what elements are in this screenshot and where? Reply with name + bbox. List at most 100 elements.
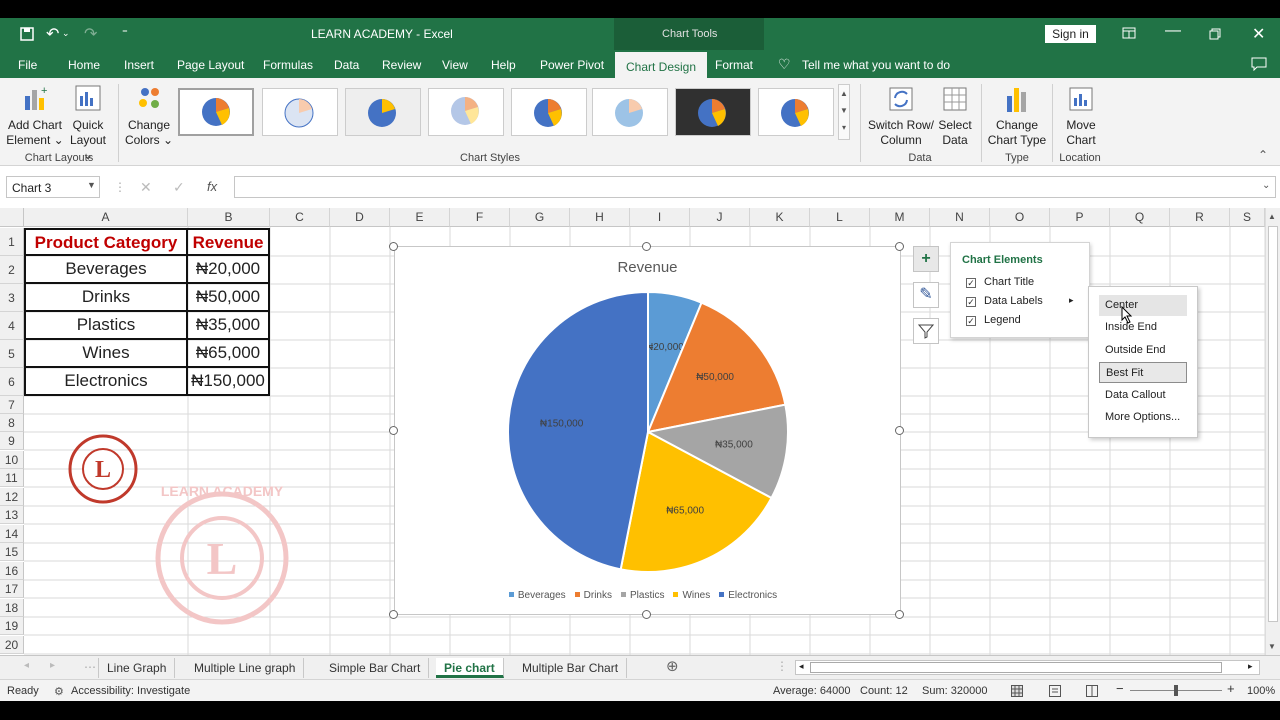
chart-style-5[interactable] xyxy=(511,88,587,136)
change-chart-type-button[interactable]: Change Chart Type xyxy=(986,84,1048,148)
restore-icon[interactable] xyxy=(1209,28,1221,40)
sheet-tab-pie-chart[interactable]: Pie chart xyxy=(436,658,504,678)
h-scroll-thumb[interactable] xyxy=(810,662,1222,673)
accessibility-icon[interactable]: ⚙ xyxy=(54,685,64,698)
table-cell-revenue[interactable]: ₦20,000 xyxy=(188,256,270,284)
column-header[interactable]: K xyxy=(750,208,810,227)
redo-icon[interactable]: ↷ xyxy=(84,24,97,44)
scroll-down-icon[interactable]: ▼ xyxy=(1268,642,1276,651)
column-header[interactable]: P xyxy=(1050,208,1110,227)
chart-title-option[interactable]: ✓ Chart Title xyxy=(966,276,1034,288)
row-header[interactable]: 12 xyxy=(0,488,24,506)
name-box-dropdown-icon[interactable]: ▼ xyxy=(87,180,96,190)
page-layout-view-icon[interactable] xyxy=(1049,685,1061,697)
table-cell-revenue[interactable]: ₦50,000 xyxy=(188,284,270,312)
menu-item-more-options[interactable]: More Options... xyxy=(1099,407,1187,428)
zoom-in-icon[interactable]: + xyxy=(1227,681,1235,696)
pie-plot-area[interactable]: ₦20,000 ₦50,000 ₦35,000 ₦65,000 ₦150,000 xyxy=(395,247,900,614)
sheet-tab-line-graph[interactable]: Line Graph xyxy=(98,658,176,678)
checkbox-checked-icon[interactable]: ✓ xyxy=(966,278,976,288)
data-label[interactable]: ₦50,000 xyxy=(696,372,734,383)
header-revenue[interactable]: Revenue xyxy=(188,228,270,256)
tab-home[interactable]: Home xyxy=(68,58,100,72)
zoom-level[interactable]: 100% xyxy=(1247,685,1275,697)
column-header[interactable]: A xyxy=(24,208,188,227)
row-header[interactable]: 4 xyxy=(0,312,24,340)
resize-handle[interactable] xyxy=(642,610,651,619)
switch-row-column-button[interactable]: Switch Row/ Column xyxy=(866,84,936,148)
sheet-tab-multiple-bar-chart[interactable]: Multiple Bar Chart xyxy=(514,658,628,678)
close-icon[interactable]: ✕ xyxy=(1252,24,1265,44)
menu-item-best-fit[interactable]: Best Fit xyxy=(1099,362,1187,383)
row-header[interactable]: 10 xyxy=(0,451,24,469)
chart-styles-scroll[interactable]: ▲ ▼ ▾ xyxy=(838,84,850,140)
zoom-slider-thumb[interactable] xyxy=(1174,685,1178,696)
chart-filters-funnel-icon[interactable] xyxy=(913,318,939,344)
select-data-button[interactable]: Select Data xyxy=(936,84,974,148)
data-label[interactable]: ₦35,000 xyxy=(715,440,753,451)
resize-handle[interactable] xyxy=(389,242,398,251)
tabs-splitter-icon[interactable]: ⋮ xyxy=(776,659,788,673)
table-cell-revenue[interactable]: ₦150,000 xyxy=(188,368,270,396)
scroll-right-icon[interactable]: ▸ xyxy=(1248,661,1253,672)
zoom-out-icon[interactable]: − xyxy=(1116,681,1124,696)
tab-format[interactable]: Format xyxy=(715,58,753,72)
column-header[interactable]: D xyxy=(330,208,390,227)
column-header[interactable]: E xyxy=(390,208,450,227)
chart-legend[interactable]: Beverages Drinks Plastics Wines Electronics xyxy=(395,590,900,601)
comments-icon[interactable] xyxy=(1251,57,1267,71)
row-header[interactable]: 1 xyxy=(0,228,24,256)
row-header[interactable]: 15 xyxy=(0,543,24,561)
formula-input[interactable] xyxy=(234,176,1276,198)
expand-formula-bar-icon[interactable]: ⌄ xyxy=(1262,180,1270,191)
pie-chart-object[interactable]: Revenue ₦20,000 ₦50,000 ₦35,000 ₦65,000 ₦150… xyxy=(394,246,901,615)
data-label[interactable]: ₦65,000 xyxy=(666,505,704,516)
undo-dropdown-icon[interactable]: ⌄ xyxy=(62,28,70,39)
tell-me-search[interactable]: Tell me what you want to do xyxy=(802,58,950,72)
column-header[interactable]: F xyxy=(450,208,510,227)
checkbox-checked-icon[interactable]: ✓ xyxy=(966,316,976,326)
header-product-category[interactable]: Product Category xyxy=(24,228,188,256)
chart-style-4[interactable] xyxy=(428,88,504,136)
resize-handle[interactable] xyxy=(389,426,398,435)
save-icon[interactable] xyxy=(20,27,34,41)
sheet-tab-multiple-line-graph[interactable]: Multiple Line graph xyxy=(186,658,305,678)
column-header[interactable]: O xyxy=(990,208,1050,227)
chart-styles-brush-icon[interactable]: ✎ xyxy=(913,282,939,308)
vertical-scrollbar[interactable]: ▲ ▼ xyxy=(1265,208,1280,655)
chart-style-7[interactable] xyxy=(675,88,751,136)
chart-style-8[interactable] xyxy=(758,88,834,136)
column-header[interactable]: M xyxy=(870,208,930,227)
data-label[interactable]: ₦150,000 xyxy=(540,418,584,429)
chart-style-2[interactable] xyxy=(262,88,338,136)
row-header[interactable]: 11 xyxy=(0,469,24,487)
row-header[interactable]: 8 xyxy=(0,414,24,432)
chart-style-3[interactable] xyxy=(345,88,421,136)
horizontal-scrollbar[interactable]: ◂ ▸ xyxy=(795,660,1260,675)
add-chart-element-button[interactable]: + Add Chart Element ⌄ xyxy=(6,84,64,148)
column-header[interactable]: S xyxy=(1230,208,1265,227)
legend-entry[interactable]: Wines xyxy=(673,590,710,601)
menu-item-inside-end[interactable]: Inside End xyxy=(1099,317,1187,338)
column-header[interactable]: C xyxy=(270,208,330,227)
chart-style-1[interactable] xyxy=(178,88,254,136)
row-header[interactable]: 20 xyxy=(0,636,24,654)
legend-entry[interactable]: Drinks xyxy=(574,590,612,601)
scroll-left-icon[interactable]: ◂ xyxy=(799,661,804,672)
ribbon-display-icon[interactable] xyxy=(1122,27,1136,39)
row-header[interactable]: 3 xyxy=(0,284,24,312)
row-header[interactable]: 6 xyxy=(0,368,24,396)
menu-item-data-callout[interactable]: Data Callout xyxy=(1099,385,1187,406)
resize-handle[interactable] xyxy=(895,242,904,251)
table-cell-category[interactable]: Drinks xyxy=(24,284,188,312)
table-cell-category[interactable]: Electronics xyxy=(24,368,188,396)
collapse-ribbon-icon[interactable]: ⌃ xyxy=(1258,148,1268,162)
menu-item-outside-end[interactable]: Outside End xyxy=(1099,340,1187,361)
tab-review[interactable]: Review xyxy=(382,58,421,72)
submenu-arrow-icon[interactable]: ▸ xyxy=(1069,295,1074,306)
table-cell-revenue[interactable]: ₦65,000 xyxy=(188,340,270,368)
tab-chart-design[interactable]: Chart Design xyxy=(615,52,708,78)
customize-toolbar-icon[interactable]: ⁼ xyxy=(122,26,128,39)
scroll-thumb[interactable] xyxy=(1268,226,1278,622)
page-break-view-icon[interactable] xyxy=(1086,685,1098,697)
